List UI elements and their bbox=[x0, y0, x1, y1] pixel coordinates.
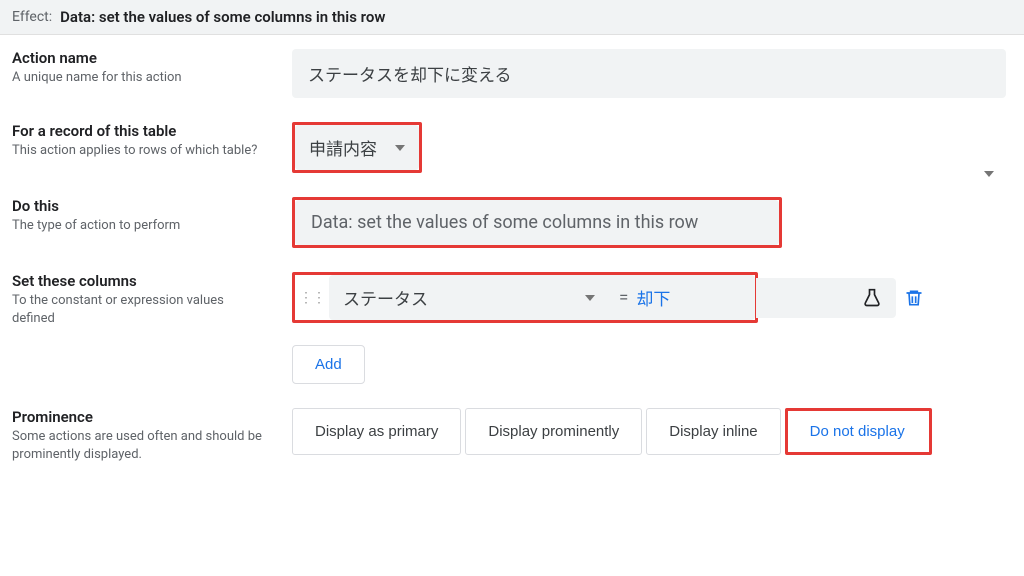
prominence-sub: Some actions are used often and should b… bbox=[12, 428, 268, 464]
effect-label: Effect: bbox=[12, 9, 52, 25]
table-highlight: 申請内容 bbox=[292, 122, 422, 173]
do-this-select[interactable]: Data: set the values of some columns in … bbox=[295, 200, 779, 245]
prominence-opt-primary[interactable]: Display as primary bbox=[292, 408, 461, 455]
trash-icon[interactable] bbox=[904, 288, 924, 308]
table-label: For a record of this table bbox=[12, 122, 268, 140]
add-button[interactable]: Add bbox=[292, 345, 365, 384]
action-name-sub: A unique name for this action bbox=[12, 69, 268, 87]
prominence-highlight: Do not display bbox=[785, 408, 932, 455]
row-do-this: Do this The type of action to perform Da… bbox=[12, 197, 1006, 248]
chevron-down-icon bbox=[395, 145, 405, 151]
prominence-opt-donotdisplay[interactable]: Do not display bbox=[788, 411, 927, 452]
do-this-highlight: Data: set the values of some columns in … bbox=[292, 197, 782, 248]
row-set-columns: Set these columns To the constant or exp… bbox=[12, 272, 1006, 384]
set-cols-sub: To the constant or expression values def… bbox=[12, 292, 268, 328]
prominence-opt-prominent[interactable]: Display prominently bbox=[465, 408, 642, 455]
column-value-input[interactable]: = 却下 bbox=[605, 275, 755, 320]
action-name-label: Action name bbox=[12, 49, 268, 67]
prominence-opt-inline[interactable]: Display inline bbox=[646, 408, 780, 455]
row-action-name: Action name A unique name for this actio… bbox=[12, 49, 1006, 98]
do-this-value: Data: set the values of some columns in … bbox=[311, 212, 698, 233]
effect-header: Effect: Data: set the values of some col… bbox=[0, 0, 1024, 35]
column-select[interactable]: ステータス bbox=[329, 275, 609, 320]
equals-sign: = bbox=[619, 288, 628, 308]
form-area: Action name A unique name for this actio… bbox=[0, 35, 1024, 486]
drag-handle-icon[interactable]: ⋮⋮ bbox=[295, 290, 329, 306]
flask-icon[interactable] bbox=[862, 288, 882, 308]
prominence-options: Display as primary Display prominently D… bbox=[292, 408, 1006, 455]
do-this-label: Do this bbox=[12, 197, 268, 215]
row-prominence: Prominence Some actions are used often a… bbox=[12, 408, 1006, 464]
chevron-down-icon bbox=[984, 171, 994, 177]
table-value: 申請内容 bbox=[309, 135, 377, 160]
effect-value: Data: set the values of some columns in … bbox=[60, 8, 385, 26]
column-name: ステータス bbox=[343, 285, 428, 310]
chevron-down-icon bbox=[585, 295, 595, 301]
table-sub: This action applies to rows of which tab… bbox=[12, 142, 268, 160]
set-cols-label: Set these columns bbox=[12, 272, 268, 290]
row-table: For a record of this table This action a… bbox=[12, 122, 1006, 173]
set-cols-highlight: ⋮⋮ ステータス = 却下 bbox=[292, 272, 758, 323]
prominence-label: Prominence bbox=[12, 408, 268, 426]
column-value-text: 却下 bbox=[636, 285, 670, 310]
table-select[interactable]: 申請内容 bbox=[295, 125, 419, 170]
do-this-sub: The type of action to perform bbox=[12, 217, 268, 235]
action-name-input[interactable]: ステータスを却下に変える bbox=[292, 49, 1006, 98]
